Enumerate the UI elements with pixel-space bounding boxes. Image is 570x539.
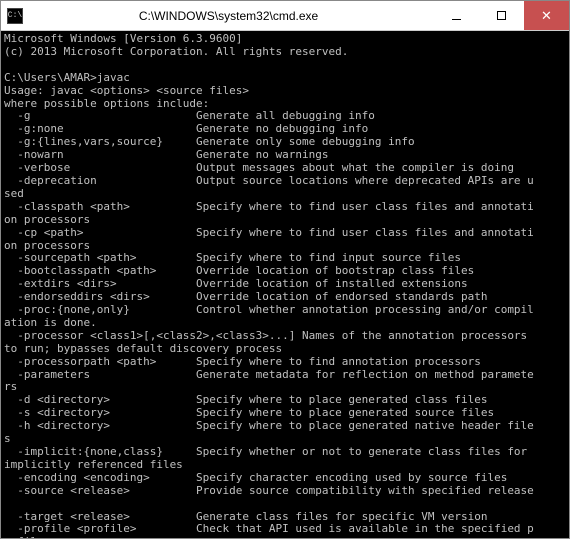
window-controls: ✕: [434, 1, 569, 30]
maximize-button[interactable]: [479, 1, 524, 30]
cmd-window: C:\ C:\WINDOWS\system32\cmd.exe ✕ Micros…: [0, 0, 570, 539]
maximize-icon: [497, 11, 506, 20]
titlebar[interactable]: C:\ C:\WINDOWS\system32\cmd.exe ✕: [1, 1, 569, 31]
terminal-output[interactable]: Microsoft Windows [Version 6.3.9600] (c)…: [1, 31, 569, 538]
minimize-button[interactable]: [434, 1, 479, 30]
cmd-icon: C:\: [7, 8, 23, 24]
close-button[interactable]: ✕: [524, 1, 569, 30]
window-title: C:\WINDOWS\system32\cmd.exe: [23, 9, 434, 23]
minimize-icon: [452, 11, 461, 20]
close-icon: ✕: [541, 8, 552, 24]
